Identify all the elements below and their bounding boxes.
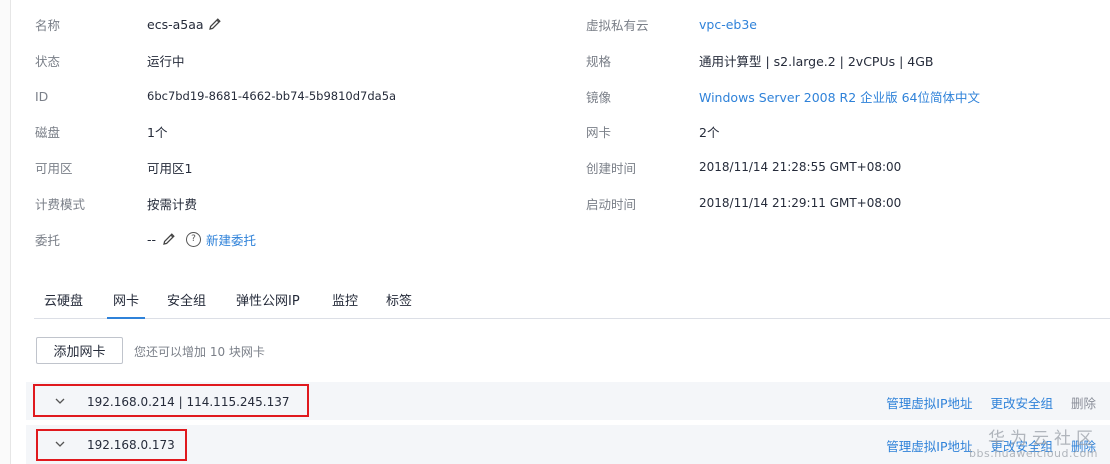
tab-nics[interactable]: 网卡 xyxy=(107,292,146,319)
detail-row-started: 启动时间 xyxy=(586,193,636,213)
started-time-value: 2018/11/14 21:29:11 GMT+08:00 xyxy=(699,196,902,210)
tab-tags[interactable]: 标签 xyxy=(386,292,412,318)
detail-label: 网卡 xyxy=(586,124,612,140)
detail-label: 规格 xyxy=(586,53,612,69)
flavor-value: 通用计算型 | s2.large.2 | 2vCPUs | 4GB xyxy=(699,53,934,69)
active-tab-indicator xyxy=(107,317,146,319)
add-nic-button[interactable]: 添加网卡 xyxy=(36,337,123,364)
detail-row-name: 名称 xyxy=(35,14,60,34)
detail-label: 镜像 xyxy=(586,89,612,105)
left-edge-panel xyxy=(0,0,11,464)
detail-label: 磁盘 xyxy=(35,124,61,140)
pencil-icon[interactable] xyxy=(208,17,222,31)
detail-value-row: 按需计费 xyxy=(147,193,197,213)
detail-value-row: Windows Server 2008 R2 企业版 64位简体中文 xyxy=(699,86,980,106)
nic-actions: 管理虚拟IP地址 更改安全组 删除 xyxy=(886,393,1096,412)
detail-row-billing: 计费模式 xyxy=(35,193,85,213)
detail-row-nic: 网卡 xyxy=(586,121,611,141)
az-value: 可用区1 xyxy=(147,160,193,176)
image-link[interactable]: Windows Server 2008 R2 企业版 64位简体中文 xyxy=(699,87,980,106)
detail-row-vpc: 虚拟私有云 xyxy=(586,14,649,34)
detail-label: 虚拟私有云 xyxy=(586,17,649,33)
detail-row-az: 可用区 xyxy=(35,157,73,177)
detail-value-row: 可用区1 xyxy=(147,157,192,177)
nic-actions: 管理虚拟IP地址 更改安全组 删除 xyxy=(886,436,1096,455)
tab-label: 网卡 xyxy=(113,294,140,309)
detail-value-row: ecs-a5aa xyxy=(147,14,222,34)
detail-row-flavor: 规格 xyxy=(586,50,611,70)
detail-value-row: vpc-eb3e xyxy=(699,14,757,34)
detail-label: 启动时间 xyxy=(586,196,637,212)
chevron-down-icon[interactable] xyxy=(54,438,66,450)
detail-row-status: 状态 xyxy=(35,50,60,70)
detail-value-row: -- ? 新建委托 xyxy=(147,229,256,249)
nic-count-value: 2个 xyxy=(699,124,720,140)
detail-row-agency: 委托 xyxy=(35,229,60,249)
detail-value-row: 1个 xyxy=(147,121,167,141)
detail-row-id: ID xyxy=(35,86,48,106)
delete-nic-link[interactable]: 删除 xyxy=(1071,396,1096,411)
nic-ip-address: 192.168.0.173 xyxy=(87,438,175,452)
nic-row[interactable]: 192.168.0.214 | 114.115.245.137 管理虚拟IP地址… xyxy=(26,382,1110,420)
detail-value-row: 2018/11/14 21:28:55 GMT+08:00 xyxy=(699,157,901,177)
nic-quota-hint: 您还可以增加 10 块网卡 xyxy=(134,345,265,359)
nic-ip-address: 192.168.0.214 | 114.115.245.137 xyxy=(87,395,290,409)
vpc-link[interactable]: vpc-eb3e xyxy=(699,17,757,32)
tab-security-groups[interactable]: 安全组 xyxy=(167,292,206,318)
manage-virtual-ip-link[interactable]: 管理虚拟IP地址 xyxy=(886,396,972,411)
chevron-down-icon[interactable] xyxy=(54,395,66,407)
id-value: 6bc7bd19-8681-4662-bb74-5b9810d7da5a xyxy=(147,89,397,103)
detail-label: 计费模式 xyxy=(35,196,86,212)
billing-value: 按需计费 xyxy=(147,196,198,212)
detail-value-row: 2个 xyxy=(699,121,719,141)
change-security-group-link[interactable]: 更改安全组 xyxy=(991,439,1054,454)
detail-row-image: 镜像 xyxy=(586,86,611,106)
create-agency-link[interactable]: 新建委托 xyxy=(206,230,256,249)
created-time-value: 2018/11/14 21:28:55 GMT+08:00 xyxy=(699,160,902,174)
question-circle-icon[interactable]: ? xyxy=(186,231,202,247)
tab-eip[interactable]: 弹性公网IP xyxy=(236,292,300,318)
detail-label: 状态 xyxy=(35,53,61,69)
tab-monitoring[interactable]: 监控 xyxy=(332,292,358,318)
detail-label: ID xyxy=(35,88,49,104)
detail-label: 委托 xyxy=(35,232,61,248)
instance-name: ecs-a5aa xyxy=(147,16,204,32)
tab-disks[interactable]: 云硬盘 xyxy=(44,292,83,318)
detail-row-disk: 磁盘 xyxy=(35,121,60,141)
detail-label: 可用区 xyxy=(35,160,73,176)
disk-value: 1个 xyxy=(147,124,168,140)
detail-label: 名称 xyxy=(35,17,61,33)
agency-value: -- xyxy=(147,231,157,247)
tab-bar: 云硬盘 网卡 安全组 弹性公网IP 监控 标签 xyxy=(34,288,1110,319)
delete-nic-link[interactable]: 删除 xyxy=(1071,439,1096,454)
detail-label: 创建时间 xyxy=(586,160,637,176)
status-value: 运行中 xyxy=(147,53,185,69)
detail-value-row: 通用计算型 | s2.large.2 | 2vCPUs | 4GB xyxy=(699,50,934,70)
detail-row-created: 创建时间 xyxy=(586,157,636,177)
manage-virtual-ip-link[interactable]: 管理虚拟IP地址 xyxy=(886,439,972,454)
detail-value-row: 2018/11/14 21:29:11 GMT+08:00 xyxy=(699,193,901,213)
pencil-icon[interactable] xyxy=(162,232,176,246)
nic-row[interactable]: 192.168.0.173 管理虚拟IP地址 更改安全组 删除 xyxy=(26,425,1110,464)
detail-value-row: 运行中 xyxy=(147,50,185,70)
detail-value-row: 6bc7bd19-8681-4662-bb74-5b9810d7da5a xyxy=(147,86,396,106)
change-security-group-link[interactable]: 更改安全组 xyxy=(991,396,1054,411)
